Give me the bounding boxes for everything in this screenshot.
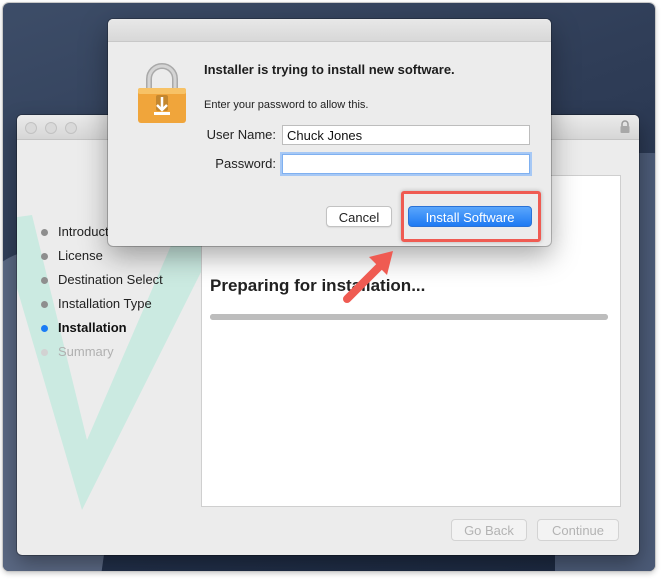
step-license: License (37, 244, 163, 268)
step-label: Installation (58, 320, 127, 335)
step-bullet (41, 229, 48, 236)
step-bullet (41, 301, 48, 308)
cancel-button[interactable]: Cancel (326, 206, 392, 227)
continue-button[interactable]: Continue (537, 519, 619, 541)
step-label: License (58, 248, 103, 263)
dialog-heading: Installer is trying to install new softw… (204, 62, 455, 77)
lock-icon (620, 120, 630, 133)
password-label: Password: (215, 156, 276, 171)
highlight-box (401, 191, 541, 242)
username-field[interactable] (282, 125, 530, 145)
step-bullet (41, 253, 48, 260)
step-bullet (41, 349, 48, 356)
step-installation-type: Installation Type (37, 292, 163, 316)
screenshot-frame: Introduction License Destination Select … (3, 3, 655, 571)
go-back-button[interactable]: Go Back (451, 519, 527, 541)
step-label: Summary (58, 344, 114, 359)
padlock-icon (138, 63, 186, 123)
password-field[interactable] (282, 154, 530, 174)
step-bullet-active (41, 325, 48, 332)
step-bullet (41, 277, 48, 284)
zoom-window-button[interactable] (65, 122, 77, 134)
minimize-window-button[interactable] (45, 122, 57, 134)
step-installation: Installation (37, 316, 163, 340)
username-label: User Name: (206, 127, 276, 142)
step-label: Installation Type (58, 296, 152, 311)
dialog-instruction: Enter your password to allow this. (204, 99, 369, 111)
step-destination-select: Destination Select (37, 268, 163, 292)
step-label: Destination Select (58, 272, 163, 287)
pointer-arrow-icon (343, 251, 393, 303)
progress-fill (210, 314, 608, 320)
dialog-titlebar (108, 19, 551, 42)
installation-progress-bar (210, 314, 608, 320)
step-summary: Summary (37, 340, 163, 364)
close-window-button[interactable] (25, 122, 37, 134)
